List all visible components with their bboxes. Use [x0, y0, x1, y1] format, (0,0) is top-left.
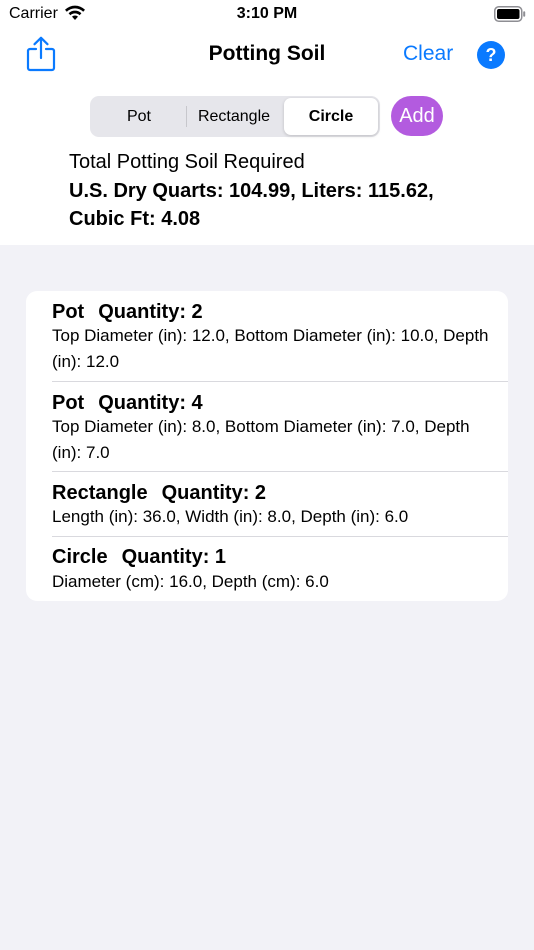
shape-segmented-control: Pot Rectangle Circle [90, 96, 380, 137]
item-details: Top Diameter (in): 12.0, Bottom Diameter… [52, 326, 489, 371]
item-title: Circle Quantity: 1 [52, 546, 226, 569]
item-quantity: Quantity: 2 [161, 482, 267, 504]
list-item[interactable]: Pot Quantity: 4 Top Diameter (in): 8.0, B… [26, 382, 508, 471]
list-item[interactable]: Pot Quantity: 2 Top Diameter (in): 12.0, … [26, 291, 508, 381]
clear-button[interactable]: Clear [403, 42, 453, 66]
item-type: Rectangle [52, 482, 148, 504]
page-title: Potting Soil [208, 42, 326, 65]
items-list: Pot Quantity: 2 Top Diameter (in): 12.0, … [26, 291, 508, 601]
help-button[interactable]: ? [477, 41, 505, 69]
total-heading: Total Potting Soil Required [69, 151, 305, 173]
item-quantity: Quantity: 2 [98, 301, 203, 323]
item-details: Diameter (cm): 16.0, Depth (cm): 6.0 [52, 572, 329, 591]
status-bar: Carrier 3:10 PM [0, 0, 534, 30]
item-quantity: Quantity: 4 [98, 392, 203, 414]
status-time: 3:10 PM [236, 5, 298, 22]
segment-circle[interactable]: Circle [284, 98, 378, 135]
item-details: Length (in): 36.0, Width (in): 8.0, Dept… [52, 507, 409, 526]
item-type: Pot [52, 301, 85, 323]
item-title: Pot Quantity: 4 [52, 392, 203, 415]
item-type: Circle [52, 546, 108, 568]
item-details: Top Diameter (in): 8.0, Bottom Diameter … [52, 417, 470, 462]
item-title: Pot Quantity: 2 [52, 301, 203, 324]
segment-pot[interactable]: Pot [92, 98, 186, 135]
item-title: Rectangle Quantity: 2 [52, 482, 266, 505]
segment-rectangle[interactable]: Rectangle [186, 98, 282, 135]
list-item[interactable]: Rectangle Quantity: 2 Length (in): 36.0, … [26, 472, 508, 536]
total-values: U.S. Dry Quarts: 104.99, Liters: 115.62,… [69, 180, 434, 230]
add-button[interactable]: Add [391, 96, 443, 136]
battery-icon [494, 6, 526, 22]
item-quantity: Quantity: 1 [121, 546, 227, 568]
item-type: Pot [52, 392, 85, 414]
list-item[interactable]: Circle Quantity: 1 Diameter (cm): 16.0, D… [26, 537, 508, 601]
